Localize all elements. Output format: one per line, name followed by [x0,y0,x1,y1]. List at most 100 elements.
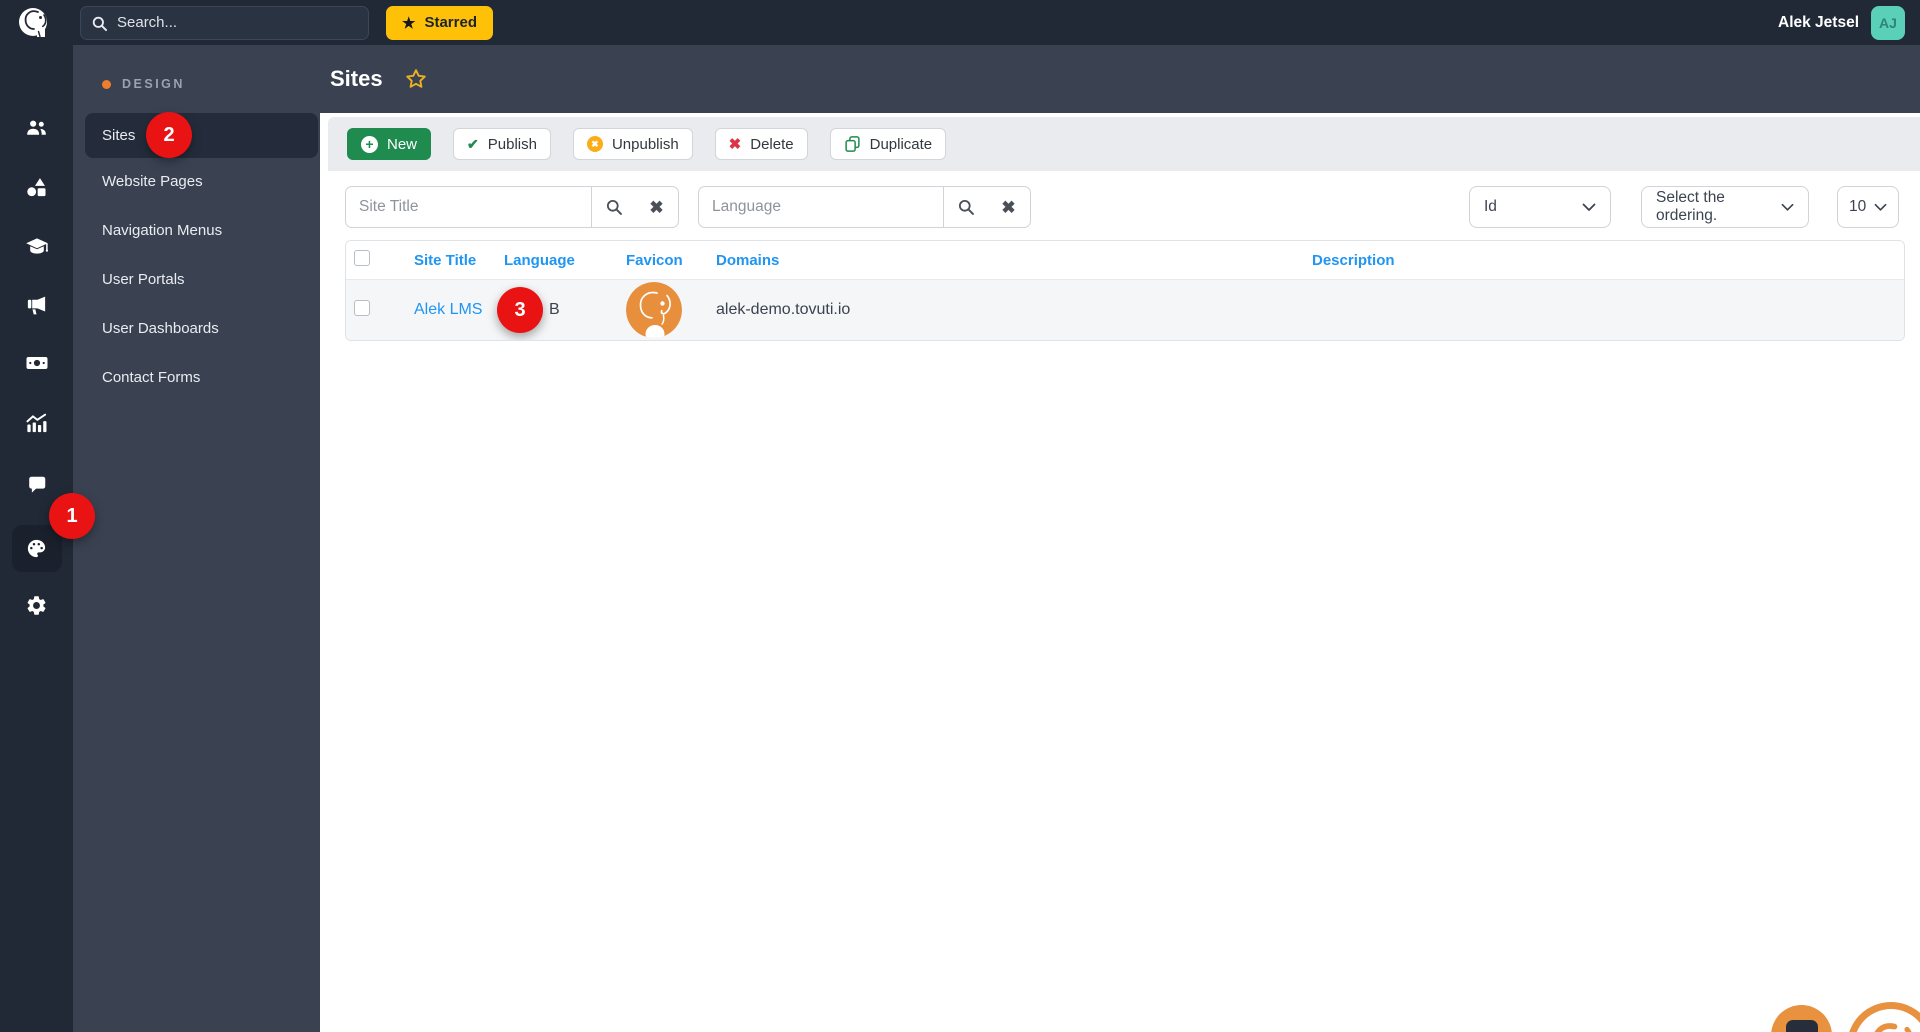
column-header-domains[interactable]: Domains [704,252,1300,269]
publish-label: Publish [487,135,537,153]
language-cell: B [549,301,560,318]
site-title-filter-input[interactable] [345,186,591,228]
language-search-button[interactable] [943,186,987,228]
palette-icon [27,539,46,557]
row-checkbox[interactable] [354,299,370,316]
sidebar-section-header: DESIGN [102,77,185,91]
topbar-user-area: Alek Jetsel AJ [1778,5,1905,40]
shapes-icon [27,177,46,196]
chevron-down-icon [1781,203,1794,211]
search-input[interactable] [80,5,369,40]
sites-table: Site Title Language Favicon Domains Desc… [345,240,1905,341]
rail-item-reports[interactable] [0,401,73,445]
select-all-checkbox[interactable] [354,249,370,266]
rail-item-people[interactable] [0,105,73,149]
help-bubble-button[interactable] [1847,1002,1920,1032]
design-sidebar: DESIGN Sites Website Pages Navigation Me… [73,45,320,1032]
sort-field-value: Id [1484,198,1497,215]
users-icon [27,120,46,135]
clear-x-icon: ✖ [1001,197,1016,217]
rail-item-settings[interactable] [0,583,73,627]
sidebar-item-sites[interactable]: Sites [85,113,318,158]
site-title-link[interactable]: Alek LMS [414,301,482,318]
annotation-badge-1: 1 [49,493,95,539]
language-clear-button[interactable]: ✖ [987,186,1031,228]
unpublish-label: Unpublish [611,135,679,153]
table-header-row: Site Title Language Favicon Domains Desc… [346,241,1904,279]
site-title-search-button[interactable] [591,186,635,228]
new-button[interactable]: + New [347,128,432,160]
starred-button[interactable]: ★ Starred [386,5,493,40]
ordering-value: Select the ordering. [1656,189,1725,224]
domain-cell: alek-demo.tovuti.io [716,301,851,318]
page-size-select[interactable]: 10 [1837,186,1899,228]
delete-button[interactable]: ✖ Delete [714,128,808,160]
language-filter-input[interactable] [698,186,943,228]
site-title-filter-group: ✖ [345,186,679,228]
column-header-description[interactable]: Description [1300,252,1904,269]
plus-circle-icon: + [361,135,378,153]
search-icon [606,199,622,215]
check-icon: ✔ [467,135,479,152]
copy-icon [844,135,861,153]
chat-window-icon [1785,1020,1818,1032]
search-icon [92,16,108,31]
starred-label: Starred [424,14,477,31]
column-header-site-title[interactable]: Site Title [402,252,492,269]
chevron-down-icon [1582,203,1596,211]
sidebar-item-website-pages[interactable]: Website Pages [102,173,203,190]
user-name: Alek Jetsel [1778,13,1859,31]
money-icon [26,357,47,369]
section-label: DESIGN [122,77,185,91]
rail-item-commerce[interactable] [0,341,73,385]
annotation-badge-2: 2 [146,112,192,158]
global-search [80,5,369,40]
sort-field-select[interactable]: Id [1469,186,1611,228]
avatar[interactable]: AJ [1871,5,1905,40]
page-size-value: 10 [1849,198,1867,215]
sidebar-item-user-dashboards[interactable]: User Dashboards [102,320,219,337]
sidebar-item-navigation-menus[interactable]: Navigation Menus [102,222,222,239]
support-chat-button[interactable] [1771,1005,1832,1032]
publish-button[interactable]: ✔ Publish [453,128,551,160]
toolbar: + New ✔ Publish ✖ Unpublish ✖ Delete Dup… [328,117,1920,171]
unpublish-button[interactable]: ✖ Unpublish [572,128,693,160]
delete-label: Delete [750,135,794,153]
ordering-select[interactable]: Select the ordering. [1641,186,1809,228]
site-title-clear-button[interactable]: ✖ [635,186,679,228]
tovuti-logo-icon[interactable] [13,3,53,43]
column-header-language[interactable]: Language [492,252,614,269]
sidebar-item-user-portals[interactable]: User Portals [102,271,185,288]
duplicate-label: Duplicate [869,135,933,153]
app: ★ Starred Alek Jetsel AJ [0,0,1920,1032]
rail-item-marketing[interactable] [0,283,73,327]
annotation-badge-3: 3 [497,287,543,333]
table-row: Alek LMS 3 B alek-demo.tovuti.io [346,279,1904,340]
star-icon: ★ [402,14,416,32]
column-header-favicon[interactable]: Favicon [614,252,704,269]
gear-icon [27,595,46,615]
rail-item-learning[interactable] [0,225,73,269]
sidebar-item-contact-forms[interactable]: Contact Forms [102,369,200,386]
graduation-cap-icon [25,238,48,254]
analytics-icon [26,413,47,432]
new-label: New [387,135,418,153]
site-favicon-image [626,282,682,338]
sidebar-item-label: Sites [102,127,136,144]
x-icon: ✖ [728,136,742,153]
topbar: ★ Starred Alek Jetsel AJ [0,0,1920,45]
elephant-logo-icon [1854,1009,1920,1032]
search-icon [958,199,974,215]
chat-icon [28,476,45,493]
section-dot-icon [102,79,111,89]
megaphone-icon [27,296,46,314]
language-filter-group: ✖ [698,186,1031,228]
rail-item-content[interactable] [0,165,73,209]
clear-x-icon: ✖ [649,197,664,217]
icon-rail: 1 [0,45,95,1032]
page-title: Sites [330,66,383,91]
favorite-star-icon[interactable] [404,67,428,91]
page-header: Sites [320,45,1920,113]
x-circle-icon: ✖ [586,136,603,152]
duplicate-button[interactable]: Duplicate [829,128,947,160]
